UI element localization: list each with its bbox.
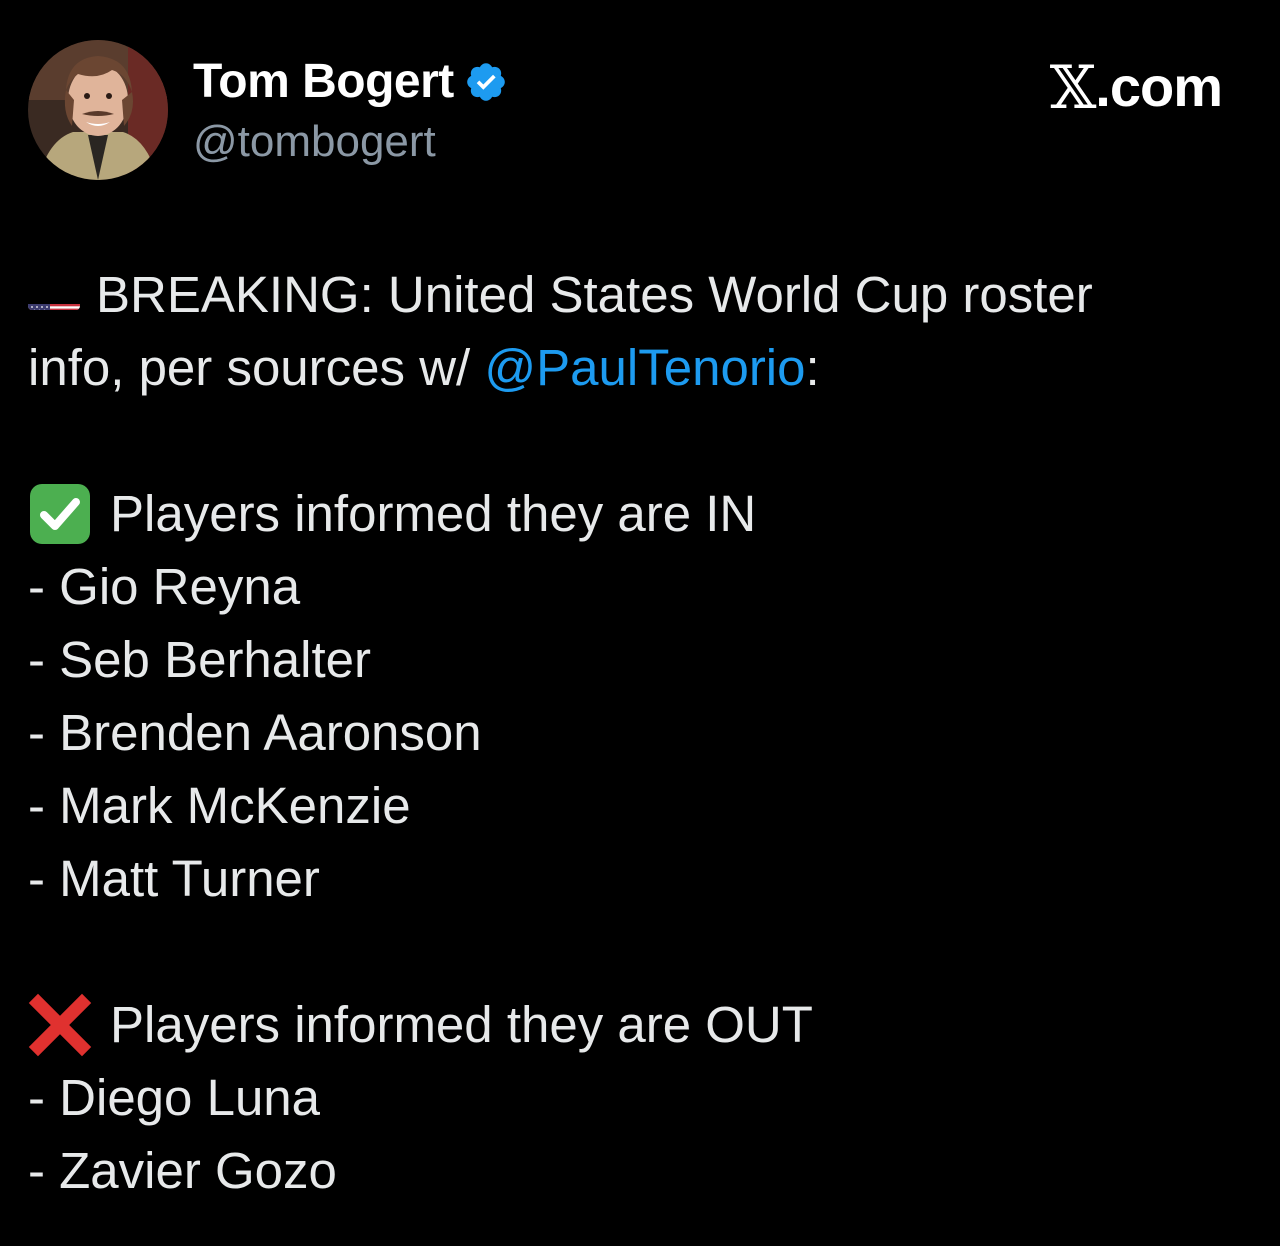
list-item: - Zavier Gozo — [28, 1142, 337, 1199]
tweet-header: Tom Bogert @tombogert 𝕏.com — [28, 40, 1252, 182]
tweet-source-prefix: info, per sources w/ — [28, 339, 485, 396]
list-item: - Matt Turner — [28, 850, 320, 907]
avatar[interactable] — [28, 40, 168, 180]
brand-suffix: .com — [1095, 55, 1223, 118]
us-flag-icon — [28, 280, 80, 310]
author-handle[interactable]: @tombogert — [193, 120, 436, 164]
cross-mark-icon — [28, 993, 92, 1057]
list-item: - Gio Reyna — [28, 558, 301, 615]
out-section-title: Players informed they are OUT — [110, 996, 813, 1053]
out-section-title-line: Players informed they are OUT — [28, 988, 1258, 1061]
in-section-title: Players informed they are IN — [110, 485, 757, 542]
tweet-headline-text: BREAKING: United States World Cup roster — [96, 266, 1093, 323]
check-mark-icon — [28, 482, 92, 546]
author-display-name[interactable]: Tom Bogert — [193, 58, 454, 106]
list-item: - Brenden Aaronson — [28, 704, 482, 761]
list-item: - Diego Luna — [28, 1069, 321, 1126]
verified-badge-icon — [464, 60, 508, 104]
mention-link[interactable]: @PaulTenorio — [484, 331, 805, 404]
in-section-title-line: Players informed they are IN — [28, 477, 1258, 550]
author-name-row: Tom Bogert — [193, 52, 508, 112]
tweet-headline-line: BREAKING: United States World Cup roster — [28, 258, 1258, 331]
tweet-source-line: info, per sources w/ @PaulTenorio: — [28, 331, 1258, 404]
x-com-logo: 𝕏.com — [1049, 53, 1223, 123]
list-item: - Mark McKenzie — [28, 777, 411, 834]
list-item: - Seb Berhalter — [28, 631, 372, 688]
x-logo-icon: 𝕏 — [1049, 53, 1097, 123]
tweet-body: BREAKING: United States World Cup roster… — [28, 258, 1258, 1207]
tweet-source-suffix: : — [805, 339, 820, 396]
